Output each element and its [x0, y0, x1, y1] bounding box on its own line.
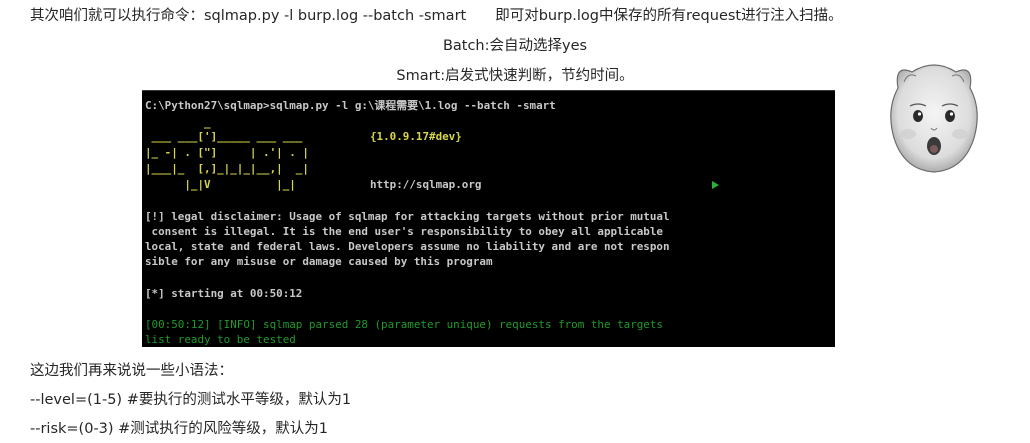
sqlmap-logo-row-2: ___ ___[']_____ ___ ___: [145, 130, 309, 143]
sqlmap-logo-row-3: |_ -| . ["] | .'| . |: [145, 146, 309, 159]
sqlmap-url: http://sqlmap.org: [370, 178, 482, 191]
risk-option: --risk=(0-3) #测试执行的风险等级，默认为1: [30, 421, 329, 437]
baby-face-meme-icon: [890, 64, 978, 173]
sqlmap-logo-row-4: |___|_ [,]_|_|_|__,| _|: [145, 162, 309, 175]
starting-line: [*] starting at 00:50:12: [145, 287, 303, 300]
terminal-command: C:\Python27\sqlmap>sqlmap.py -l g:\课程需要\…: [145, 99, 556, 112]
sqlmap-logo-row-5: |_|V |_|: [145, 178, 296, 191]
mouse-cursor-icon: [712, 181, 719, 189]
syntax-intro: 这边我们再来说说一些小语法：: [30, 363, 233, 379]
disclaimer-line-2: consent is illegal. It is the end user's…: [145, 225, 663, 238]
sqlmap-version: {1.0.9.17#dev}: [370, 130, 462, 143]
disclaimer-line-4: sible for any misuse or damage caused by…: [145, 255, 493, 268]
smart-explanation: Smart:启发式快速判断，节约时间。: [396, 68, 634, 84]
batch-explanation: Batch:会自动选择yes: [442, 38, 588, 54]
disclaimer-line-1: [!] legal disclaimer: Usage of sqlmap fo…: [145, 210, 670, 223]
level-option: --level=(1-5) #要执行的测试水平等级，默认为1: [30, 392, 352, 408]
info-line-1: [00:50:12] [INFO] sqlmap parsed 28 (para…: [145, 318, 663, 331]
info-line-2: list ready to be tested: [145, 333, 296, 346]
terminal-screenshot: C:\Python27\sqlmap>sqlmap.py -l g:\课程需要\…: [142, 90, 835, 347]
disclaimer-line-3: local, state and federal laws. Developer…: [145, 240, 670, 253]
intro-command-text: 其次咱们就可以执行命令：sqlmap.py -l burp.log --batc…: [30, 8, 843, 24]
